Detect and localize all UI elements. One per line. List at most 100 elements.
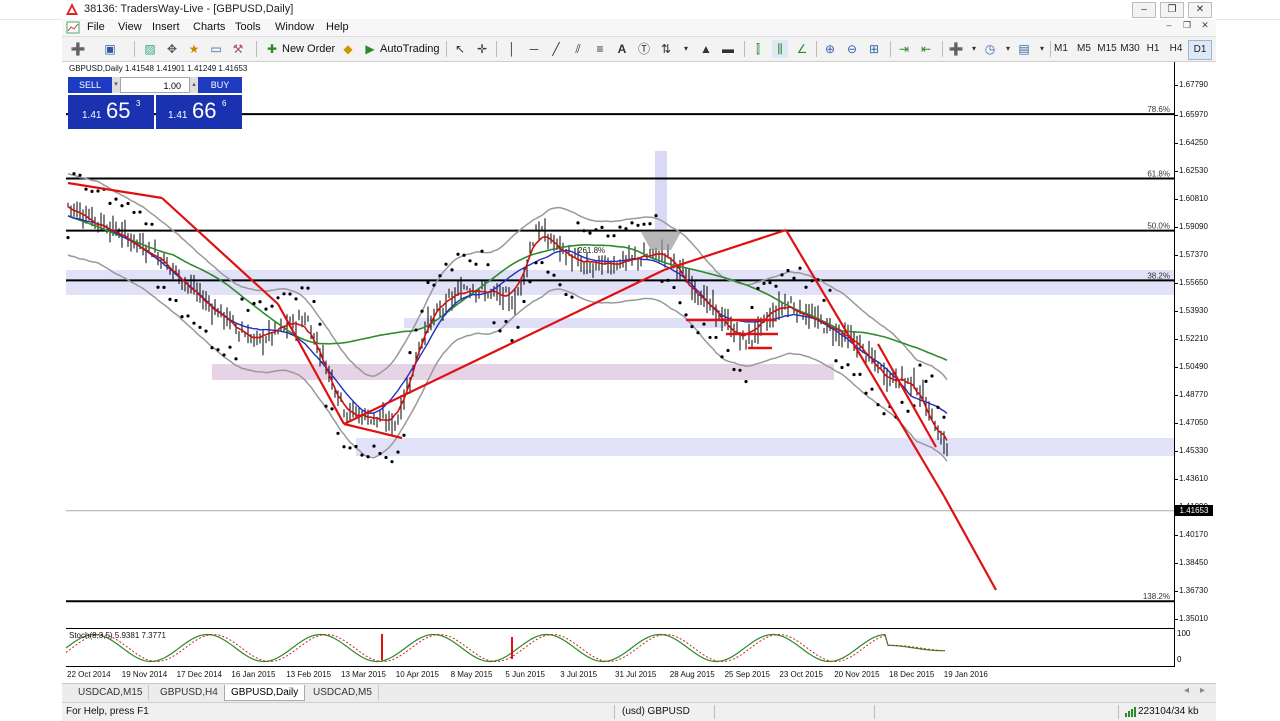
text-label-icon[interactable]: Ⓣ [636, 40, 652, 58]
tab-gbpusd-daily[interactable]: GBPUSD,Daily [224, 685, 306, 701]
tabs-scroll-right-icon[interactable]: ▸ [1200, 685, 1205, 696]
new-order-icon[interactable]: ✚ [264, 40, 280, 58]
tab-usdcad-m5[interactable]: USDCAD,M5 [307, 685, 379, 700]
sell-price-box[interactable]: 1.41 65 3 [68, 95, 154, 129]
vertical-line-icon[interactable]: │ [504, 40, 520, 58]
market-watch-icon[interactable]: ▨ [142, 40, 158, 58]
candlestick-icon[interactable]: ⫼ [772, 40, 788, 58]
zoom-in-icon[interactable]: ⊕ [822, 40, 838, 58]
templates-icon[interactable]: ▤ [1016, 40, 1032, 58]
sar-dot [486, 263, 490, 267]
sar-dot [462, 253, 466, 257]
sar-dot [648, 222, 652, 226]
sar-dot [66, 235, 70, 240]
menu-insert[interactable]: Insert [152, 21, 180, 33]
lot-size-input[interactable]: 1.00 [120, 77, 190, 93]
timeframe-m1[interactable]: M1 [1050, 40, 1072, 58]
timeframe-h4[interactable]: H4 [1165, 40, 1187, 58]
tab-gbpusd-h4[interactable]: GBPUSD,H4 [154, 685, 225, 700]
line-chart-icon[interactable]: ∠ [794, 40, 810, 58]
menu-tools[interactable]: Tools [235, 21, 261, 33]
restore-button[interactable]: ❐ [1160, 2, 1184, 18]
child-minimize-button[interactable]: – [1162, 20, 1176, 33]
rectangle-icon[interactable]: ▬ [720, 40, 736, 58]
date-axis-label: 16 Jan 2015 [231, 670, 276, 679]
text-icon[interactable]: A [614, 40, 630, 58]
lot-increase-icon[interactable]: ▴ [190, 77, 198, 93]
indicators-icon[interactable]: ➕ [948, 40, 964, 58]
menu-file[interactable]: File [87, 21, 105, 33]
tab-usdcad-m15[interactable]: USDCAD,M15 [72, 685, 150, 700]
buy-price-box[interactable]: 1.41 66 6 [156, 95, 242, 129]
tabs-scroll-left-icon[interactable]: ◂ [1184, 685, 1189, 696]
horizontal-line-icon[interactable]: ─ [526, 40, 542, 58]
price-axis-tick [1175, 366, 1178, 368]
indicators-dropdown-icon[interactable]: ▾ [966, 40, 982, 58]
buy-price-fraction: 6 [222, 99, 227, 108]
sar-dot [702, 322, 706, 326]
sar-dot [642, 222, 646, 226]
profiles-icon[interactable]: ▣ [102, 40, 118, 58]
lot-decrease-icon[interactable]: ▾ [112, 77, 120, 93]
crosshair-icon[interactable]: ✛ [474, 40, 490, 58]
timeframe-m30[interactable]: M30 [1119, 40, 1141, 58]
zoom-out-icon[interactable]: ⊖ [844, 40, 860, 58]
status-divider [614, 705, 615, 719]
price-axis-label: 1.43610 [1179, 473, 1208, 483]
terminal-icon[interactable]: ▭ [208, 40, 224, 58]
chart-area[interactable]: 78.6% 61.8% 50.0% 38.2% 138.2% 261.8% [66, 62, 1174, 628]
right-margin [1216, 19, 1280, 720]
sell-button[interactable]: SELL [68, 77, 112, 93]
periods-icon[interactable]: ◷ [982, 40, 998, 58]
periods-dropdown-icon[interactable]: ▾ [1000, 40, 1016, 58]
toolbar-separator [256, 41, 257, 57]
channel-icon[interactable]: ⫽ [570, 40, 586, 58]
trendline-icon[interactable]: ╱ [548, 40, 564, 58]
sar-dot [804, 285, 808, 289]
autotrading-button[interactable]: AutoTrading [380, 40, 440, 58]
menu-window[interactable]: Window [275, 21, 314, 33]
stochastic-subwindow[interactable] [66, 628, 1174, 667]
price-chart[interactable]: 78.6% 61.8% 50.0% 38.2% 138.2% 261.8% [66, 62, 1174, 628]
metaeditor-icon[interactable]: ◆ [340, 40, 356, 58]
menu-help[interactable]: Help [326, 21, 349, 33]
cursor-icon[interactable]: ↖ [452, 40, 468, 58]
timeframe-m15[interactable]: M15 [1096, 40, 1118, 58]
fibonacci-icon[interactable]: ≡ [592, 40, 608, 58]
toolbar-separator [890, 41, 891, 57]
chart-shift-icon[interactable]: ⇥ [896, 40, 912, 58]
bar-chart-icon[interactable]: ⫿ [750, 40, 766, 58]
triangle-icon[interactable]: ▲ [698, 40, 714, 58]
data-window-icon[interactable]: ✥ [164, 40, 180, 58]
stoch-scale-min: 0 [1177, 655, 1182, 664]
fib-level-label: 78.6% [1147, 105, 1170, 114]
arrows-icon[interactable]: ⇅ [658, 40, 674, 58]
tester-icon[interactable]: ⚒ [230, 40, 246, 58]
new-chart-icon[interactable]: ➕ [70, 40, 86, 58]
menu-charts[interactable]: Charts [193, 21, 225, 33]
status-divider [1118, 705, 1119, 719]
navigator-icon[interactable]: ★ [186, 40, 202, 58]
annotation-label: 261.8% [578, 246, 605, 255]
timeframe-m5[interactable]: M5 [1073, 40, 1095, 58]
sar-dot [654, 214, 658, 218]
autoscroll-icon[interactable]: ⇤ [918, 40, 934, 58]
price-axis[interactable]: 1.67790 1.65970 1.64250 1.62530 1.60810 1.590… [1174, 62, 1217, 667]
sar-dot [882, 412, 886, 416]
close-button[interactable]: ✕ [1188, 2, 1212, 18]
new-order-button[interactable]: New Order [282, 40, 335, 58]
arrows-dropdown-icon[interactable]: ▾ [678, 40, 694, 58]
child-close-button[interactable]: ✕ [1198, 20, 1212, 33]
timeframe-h1[interactable]: H1 [1142, 40, 1164, 58]
buy-button[interactable]: BUY [198, 77, 242, 93]
minimize-button[interactable]: – [1132, 2, 1156, 18]
timeframe-d1[interactable]: D1 [1188, 40, 1212, 60]
autotrading-icon[interactable]: ▶ [362, 40, 378, 58]
templates-dropdown-icon[interactable]: ▾ [1034, 40, 1050, 58]
child-restore-button[interactable]: ❐ [1180, 20, 1194, 33]
sar-dot [768, 281, 772, 285]
menu-view[interactable]: View [118, 21, 142, 33]
sar-dot [420, 309, 424, 313]
tile-windows-icon[interactable]: ⊞ [866, 40, 882, 58]
sar-dot [84, 187, 88, 191]
